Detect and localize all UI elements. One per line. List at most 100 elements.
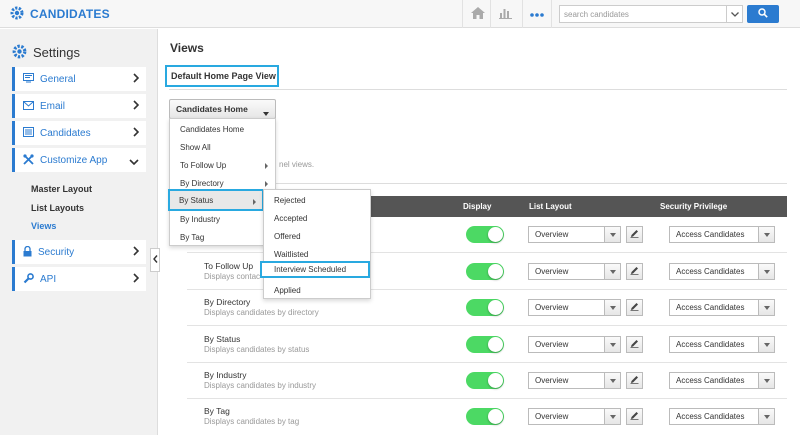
app-title[interactable]: CANDIDATES — [30, 7, 110, 21]
sidebar-item-label: Email — [40, 100, 66, 112]
pencil-icon — [630, 339, 639, 350]
sidebar-item-candidates[interactable]: Candidates — [12, 121, 146, 145]
edit-layout-button[interactable] — [626, 263, 643, 280]
security-privilege-select[interactable]: Access Candidates — [669, 372, 775, 389]
menu-item-by-industry[interactable]: By Industry — [170, 210, 275, 228]
more-button[interactable] — [522, 0, 552, 28]
caret-down-icon — [758, 227, 774, 242]
menu-item-by-status[interactable]: By Status — [168, 189, 264, 211]
lock-icon — [23, 245, 32, 259]
submenu-item-rejected[interactable]: Rejected — [264, 191, 370, 209]
chevron-right-icon — [133, 73, 140, 85]
security-privilege-value: Access Candidates — [676, 230, 745, 239]
section-title: Default Home Page View — [171, 71, 276, 81]
submenu-item-offered[interactable]: Offered — [264, 227, 370, 245]
column-header-display: Display — [463, 202, 492, 211]
security-privilege-select[interactable]: Access Candidates — [669, 263, 775, 280]
chevron-right-icon — [133, 273, 140, 285]
search-icon — [758, 8, 768, 20]
list-layout-select[interactable]: Overview — [528, 263, 621, 280]
menu-item-label: By Industry — [180, 214, 221, 224]
edit-layout-button[interactable] — [626, 372, 643, 389]
settings-heading: Settings — [12, 44, 80, 61]
status-submenu: Rejected Accepted Offered Waitlisted App… — [263, 189, 371, 299]
security-privilege-value: Access Candidates — [676, 376, 745, 385]
menu-item-candidates-home[interactable]: Candidates Home — [170, 120, 275, 138]
sidebar-item-label: Customize App — [40, 154, 108, 166]
caret-down-icon — [758, 300, 774, 315]
search-input[interactable] — [559, 5, 727, 23]
sidebar-subitem-list-layouts[interactable]: List Layouts — [31, 203, 84, 213]
sidebar-subitem-master-layout[interactable]: Master Layout — [31, 184, 92, 194]
sidebar-item-customize-app[interactable]: Customize App — [12, 148, 146, 172]
pencil-icon — [630, 375, 639, 386]
security-privilege-value: Access Candidates — [676, 340, 745, 349]
submenu-item-accepted[interactable]: Accepted — [264, 209, 370, 227]
security-privilege-select[interactable]: Access Candidates — [669, 299, 775, 316]
view-name: By Tag — [204, 406, 230, 416]
menu-item-label: To Follow Up — [180, 160, 227, 170]
security-privilege-select[interactable]: Access Candidates — [669, 226, 775, 243]
sidebar-item-api[interactable]: API — [12, 267, 146, 291]
selected-view-value: Candidates Home — [176, 104, 248, 114]
security-privilege-select[interactable]: Access Candidates — [669, 336, 775, 353]
list-icon — [23, 127, 34, 139]
edit-layout-button[interactable] — [626, 226, 643, 243]
display-toggle[interactable] — [466, 336, 504, 353]
display-toggle[interactable] — [466, 263, 504, 280]
list-layout-value: Overview — [535, 340, 569, 349]
list-layout-value: Overview — [535, 376, 569, 385]
view-name: By Directory — [204, 297, 251, 307]
view-description: Displays candidates by tag — [204, 417, 300, 426]
display-toggle[interactable] — [466, 372, 504, 389]
table-row: By Status Displays candidates by status … — [159, 327, 800, 363]
sidebar-subitem-views[interactable]: Views — [31, 221, 56, 231]
chevron-right-icon — [133, 127, 140, 139]
edit-layout-button[interactable] — [626, 336, 643, 353]
caret-down-icon — [604, 300, 620, 315]
pencil-icon — [630, 266, 639, 277]
default-view-select[interactable]: Candidates Home — [169, 99, 276, 119]
security-privilege-value: Access Candidates — [676, 267, 745, 276]
sidebar-item-label: Candidates — [40, 127, 91, 139]
submenu-item-applied[interactable]: Applied — [264, 281, 370, 299]
edit-layout-button[interactable] — [626, 408, 643, 425]
home-button[interactable] — [462, 0, 492, 28]
sidebar-item-general[interactable]: General — [12, 67, 146, 91]
menu-item-show-all[interactable]: Show All — [170, 138, 275, 156]
reports-button[interactable] — [490, 0, 520, 28]
display-toggle[interactable] — [466, 299, 504, 316]
sidebar-item-label: General — [40, 73, 76, 85]
submenu-item-label: Accepted — [274, 213, 308, 223]
view-name: By Status — [204, 334, 241, 344]
list-layout-select[interactable]: Overview — [528, 336, 621, 353]
view-name: To Follow Up — [204, 261, 254, 271]
edit-layout-button[interactable] — [626, 299, 643, 316]
security-privilege-value: Access Candidates — [676, 412, 745, 421]
sidebar-item-security[interactable]: Security — [12, 240, 146, 264]
menu-item-by-tag[interactable]: By Tag — [170, 228, 275, 246]
submenu-item-label: Waitlisted — [274, 249, 309, 259]
list-layout-select[interactable]: Overview — [528, 299, 621, 316]
menu-item-label: By Tag — [180, 232, 205, 242]
menu-item-to-follow-up[interactable]: To Follow Up — [170, 156, 275, 174]
table-row: To Follow Up Displays contac Overview Ac… — [159, 254, 800, 290]
top-bar: CANDIDATES — [0, 0, 800, 28]
chevron-down-icon — [129, 157, 139, 167]
list-layout-select[interactable]: Overview — [528, 408, 621, 425]
caret-down-icon — [604, 409, 620, 424]
search-filter-dropdown[interactable] — [727, 5, 743, 23]
column-header-list-layout: List Layout — [529, 202, 572, 211]
chevron-down-icon — [730, 9, 739, 19]
menu-item-label: Show All — [180, 142, 211, 152]
security-privilege-select[interactable]: Access Candidates — [669, 408, 775, 425]
monitor-icon — [23, 73, 34, 85]
list-layout-select[interactable]: Overview — [528, 226, 621, 243]
display-toggle[interactable] — [466, 226, 504, 243]
table-row: By Industry Displays candidates by indus… — [159, 363, 800, 399]
submenu-item-interview-scheduled[interactable]: Interview Scheduled — [260, 261, 370, 278]
sidebar-item-email[interactable]: Email — [12, 94, 146, 118]
display-toggle[interactable] — [466, 408, 504, 425]
list-layout-select[interactable]: Overview — [528, 372, 621, 389]
search-button[interactable] — [747, 5, 779, 23]
